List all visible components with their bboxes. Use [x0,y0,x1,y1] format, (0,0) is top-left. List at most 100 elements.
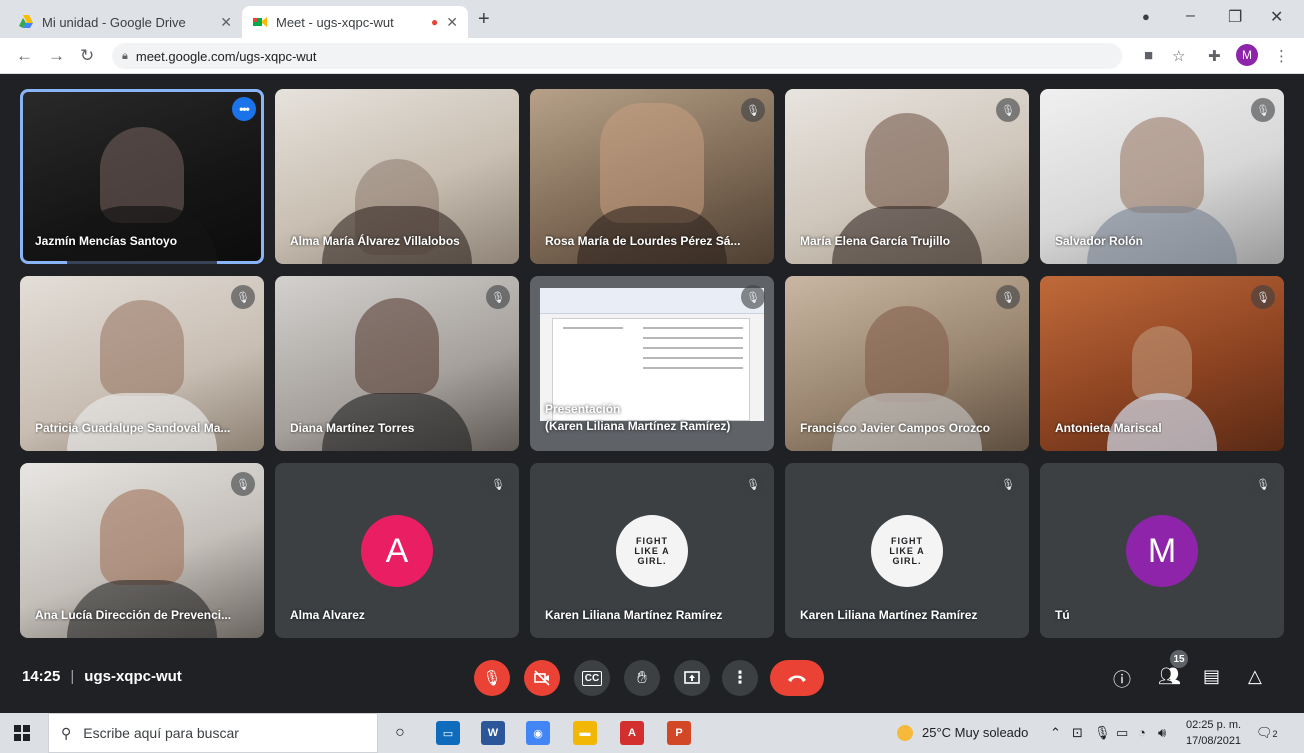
windows-taskbar: ⚲ Escribe aquí para buscar ○ ▭ W ◉ ▬ A P… [0,713,1304,753]
google-meet-icon [253,17,267,27]
participant-tile[interactable]: 🎙︎ Antonieta Mariscal [1040,276,1284,451]
tray-chevron-icon[interactable]: ⌃ [1050,725,1061,741]
tab-title: Mi unidad - Google Drive [42,14,186,30]
participant-tile[interactable]: 🎙︎ Rosa María de Lourdes Pérez Sá... [530,89,774,264]
leave-call-button[interactable] [770,660,824,696]
participant-name: Francisco Javier Campos Orozco [800,421,991,435]
participant-name: Alma Alvarez [290,608,365,622]
file-explorer-icon[interactable]: ▬ [573,721,597,745]
star-icon[interactable]: ☆ [1172,47,1185,65]
more-vert-icon[interactable]: ⋮ [1274,47,1289,65]
participant-name: Ana Lucía Dirección de Prevenci... [35,608,232,622]
people-icon[interactable]: 👥︎ [1158,666,1181,687]
meeting-info-icon[interactable]: ⓘ [1113,666,1131,692]
mic-off-icon: 🎙︎ [1251,98,1275,122]
lock-icon: 🔒︎ [122,49,128,62]
task-view-icon[interactable]: ▭ [436,721,460,745]
tab-google-meet[interactable]: Meet - ugs-xqpc-wut ● ✕ [242,6,468,38]
acrobat-icon[interactable]: A [620,721,644,745]
participant-name: Tú [1055,608,1070,622]
participant-grid: ••• Jazmín Mencías Santoyo Alma María Ál… [20,89,1284,638]
participant-name: Alma María Álvarez Villalobos [290,234,460,248]
mic-off-icon: 🎙︎ [231,285,255,309]
activities-icon[interactable]: △ [1248,666,1262,687]
mic-off-icon: 🎙︎ [231,472,255,496]
meeting-details: 14:25 | ugs-xqpc-wut [22,668,182,685]
cortana-icon[interactable]: ○ [388,721,412,745]
reload-icon[interactable]: ↻ [80,46,94,66]
volume-icon[interactable]: 🔊︎ [1158,725,1166,741]
chrome-icon[interactable]: ◉ [526,721,550,745]
meet-control-bar: 14:25 | ugs-xqpc-wut 🎙︎ CC ✋︎ ⋮ ⓘ 👥︎ ▤ △ [0,650,1304,705]
extensions-icon[interactable]: ✚ [1208,47,1221,65]
close-icon[interactable]: ✕ [220,14,232,31]
restore-icon[interactable]: ❐ [1228,7,1242,27]
back-arrow-icon[interactable]: ← [16,46,33,66]
camera-off-icon [534,670,550,686]
participant-name: María Elena García Trujillo [800,234,951,248]
powerpoint-icon[interactable]: P [667,721,691,745]
wifi-icon[interactable]: ◔ [1138,725,1146,740]
participant-name: Patricia Guadalupe Sandoval Ma... [35,421,231,435]
participant-name: Antonieta Mariscal [1055,421,1162,435]
mic-off-icon: 🎙︎ [1251,472,1275,496]
tab-google-drive[interactable]: Mi unidad - Google Drive ✕ [8,6,242,38]
captions-icon: CC [581,670,603,686]
participant-name: Diana Martínez Torres [290,421,415,435]
word-icon[interactable]: W [481,721,505,745]
participant-tile[interactable]: 🎙︎ Salvador Rolón [1040,89,1284,264]
toggle-mic-button[interactable]: 🎙︎ [474,660,510,696]
present-screen-icon [684,671,700,684]
participant-tile[interactable]: FIGHT LIKE A GIRL. 🎙︎ Karen Liliana Mart… [785,463,1029,638]
participant-tile[interactable]: A 🎙︎ Alma Alvarez [275,463,519,638]
toggle-camera-button[interactable] [524,660,560,696]
address-bar[interactable]: 🔒︎ meet.google.com/ugs-xqpc-wut [112,43,1122,69]
participant-tile[interactable]: 🎙︎ Patricia Guadalupe Sandoval Ma... [20,276,264,451]
recording-icon: ● [431,15,439,29]
mic-off-icon: 🎙︎ [486,285,510,309]
more-vert-icon: ⋮ [731,668,749,687]
participant-tile[interactable]: FIGHT LIKE A GIRL. 🎙︎ Karen Liliana Mart… [530,463,774,638]
captions-button[interactable]: CC [574,660,610,696]
profile-avatar[interactable]: M [1236,44,1258,66]
browser-tab-strip: Mi unidad - Google Drive ✕ Meet - ugs-xq… [0,0,1304,38]
browser-toolbar: ← → ↻ 🔒︎ meet.google.com/ugs-xqpc-wut ■ … [0,38,1304,74]
media-control-icon[interactable]: ● [1142,9,1150,24]
chat-icon[interactable]: ▤ [1203,666,1220,687]
forward-arrow-icon[interactable]: → [48,46,65,66]
present-now-button[interactable] [674,660,710,696]
participant-tile-self[interactable]: M 🎙︎ Tú [1040,463,1284,638]
new-tab-icon[interactable]: + [478,8,490,31]
participant-tile[interactable]: 🎙︎ Diana Martínez Torres [275,276,519,451]
more-options-icon[interactable]: ••• [232,97,256,121]
windows-start-icon[interactable] [14,725,30,745]
taskbar-clock[interactable]: 02:25 p. m. 17/08/2021 [1186,717,1241,749]
participant-tile[interactable]: Alma María Álvarez Villalobos [275,89,519,264]
tray-app-icon[interactable]: ⊡ [1072,725,1083,741]
more-options-button[interactable]: ⋮ [722,660,758,696]
camera-in-use-icon[interactable]: ■ [1144,47,1153,64]
participant-tile[interactable]: 🎙︎ María Elena García Trujillo [785,89,1029,264]
mic-off-icon: 🎙︎ [996,472,1020,496]
search-icon: ⚲ [61,724,72,741]
mic-off-icon: 🎙︎ [996,285,1020,309]
avatar: A [361,515,433,587]
minimize-icon[interactable]: – [1186,7,1195,25]
weather-text[interactable]: 25°C Muy soleado [922,725,1028,740]
participant-tile[interactable]: 🎙︎ Ana Lucía Dirección de Prevenci... [20,463,264,638]
participant-name: Karen Liliana Martínez Ramírez [545,608,723,622]
avatar: M [1126,515,1198,587]
notifications-icon[interactable]: 🗨︎2 [1256,725,1278,741]
url-text: meet.google.com/ugs-xqpc-wut [135,48,317,64]
presentation-tile[interactable]: 🎙︎ Presentación (Karen Liliana Martínez … [530,276,774,451]
window-close-icon[interactable]: ✕ [1270,7,1283,27]
taskbar-search-input[interactable]: ⚲ Escribe aquí para buscar [48,713,378,753]
network-icon[interactable]: ▭ [1116,725,1128,741]
mic-off-icon: 🎙︎ [482,670,502,687]
participant-tile[interactable]: ••• Jazmín Mencías Santoyo [20,89,264,264]
raise-hand-button[interactable]: ✋︎ [624,660,660,696]
meeting-code: ugs-xqpc-wut [84,668,182,685]
participant-tile[interactable]: 🎙︎ Francisco Javier Campos Orozco [785,276,1029,451]
close-icon[interactable]: ✕ [446,14,458,31]
microphone-icon[interactable]: 🎙︎ [1094,725,1111,741]
